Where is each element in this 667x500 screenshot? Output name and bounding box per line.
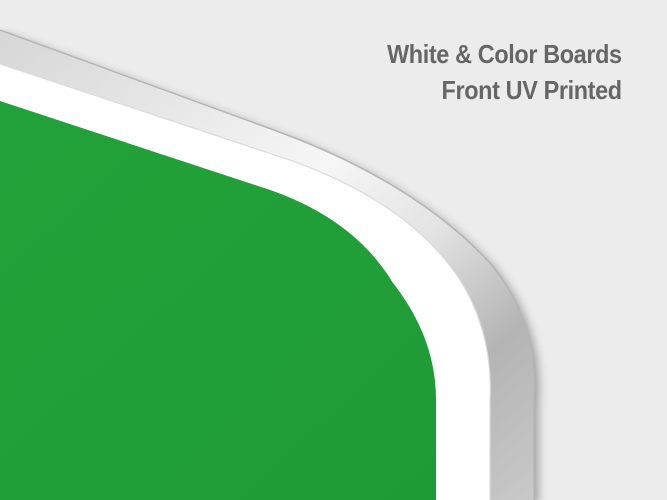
product-banner: White & Color Boards Front UV Printed bbox=[0, 0, 667, 500]
headline: White & Color Boards Front UV Printed bbox=[387, 36, 622, 108]
headline-line-2: Front UV Printed bbox=[441, 75, 623, 105]
headline-line-1: White & Color Boards bbox=[387, 39, 622, 69]
